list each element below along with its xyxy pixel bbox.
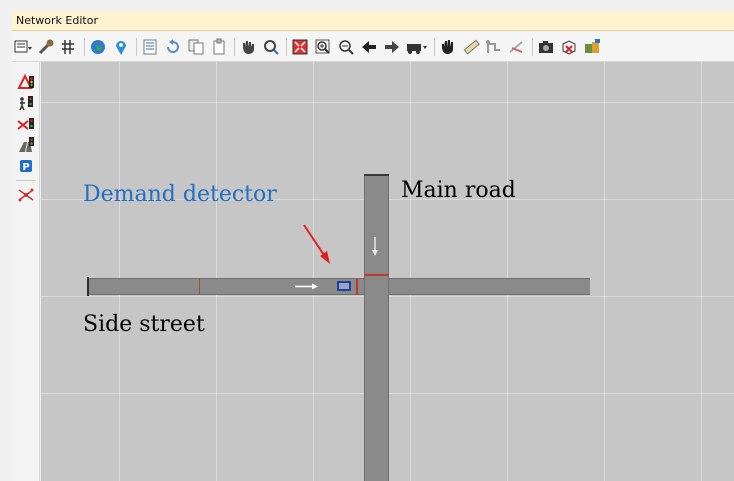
camera-icon[interactable]	[537, 38, 555, 56]
paste-icon[interactable]	[210, 38, 228, 56]
pan-hand-icon[interactable]	[439, 38, 457, 56]
toolbar-separator	[286, 37, 287, 56]
side-street-label: Side street	[83, 312, 205, 337]
3d-view-icon[interactable]	[583, 38, 601, 56]
toolbar-separator	[532, 37, 533, 56]
toolbar-separator	[234, 37, 235, 56]
hand-select-icon[interactable]	[239, 38, 257, 56]
route-icon[interactable]	[485, 38, 503, 56]
net-menu-icon[interactable]	[14, 38, 32, 56]
copy-icon[interactable]	[187, 38, 205, 56]
toolbar-separator	[84, 37, 85, 56]
rotate-select-icon[interactable]	[262, 38, 280, 56]
toolbar-separator	[434, 37, 435, 56]
canvas-overlay	[295, 224, 378, 290]
zoom-out-icon[interactable]	[337, 38, 355, 56]
measure-icon[interactable]	[462, 38, 480, 56]
undo-icon[interactable]	[164, 38, 182, 56]
globe-icon[interactable]	[89, 38, 107, 56]
pedestrian-signal-icon[interactable]	[15, 93, 37, 113]
list-icon[interactable]	[141, 38, 159, 56]
road-signal-icon[interactable]	[15, 135, 37, 155]
signal-warning-icon[interactable]	[15, 72, 37, 92]
arrow-left-icon[interactable]	[360, 38, 378, 56]
wrench-icon[interactable]	[37, 38, 55, 56]
zoom-fit-icon[interactable]	[291, 38, 309, 56]
sidebar-separator	[16, 180, 36, 181]
annotation-arrow	[303, 224, 330, 264]
map-pin-icon[interactable]	[112, 38, 130, 56]
main-road-label: Main road	[401, 178, 516, 203]
arrow-right-icon[interactable]	[383, 38, 401, 56]
parking-icon[interactable]: P	[15, 156, 37, 176]
vehicle-icon[interactable]	[406, 38, 428, 56]
3d-box-icon[interactable]	[560, 38, 578, 56]
svg-text:P: P	[22, 162, 29, 173]
side-street-direction-arrow	[295, 283, 318, 290]
toolbar	[12, 32, 734, 62]
grid-icon[interactable]	[60, 38, 78, 56]
zoom-in-icon[interactable]	[314, 38, 332, 56]
toolbar-separator	[136, 37, 137, 56]
sidebar: P	[12, 62, 40, 481]
main-road-direction-arrow	[372, 237, 378, 256]
network-edit-icon[interactable]	[15, 185, 37, 205]
demand-detector-label: Demand detector	[83, 182, 277, 207]
network-editor-window: Network Editor P Demand detector Main ro…	[0, 0, 734, 481]
window-title: Network Editor	[12, 11, 734, 31]
conflict-signal-icon[interactable]	[15, 114, 37, 134]
no-route-icon[interactable]	[508, 38, 526, 56]
network-canvas[interactable]: Demand detector Main road Side street	[41, 62, 734, 481]
